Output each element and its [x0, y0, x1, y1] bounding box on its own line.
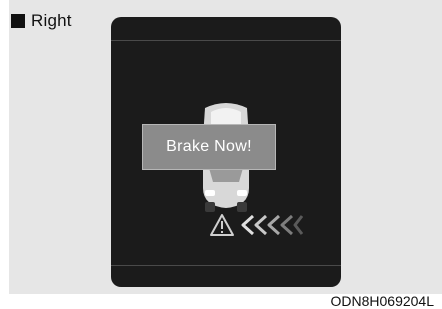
- chevron-left-icon: [241, 214, 303, 236]
- popup-text: Brake Now!: [166, 138, 252, 155]
- caption: Right: [11, 11, 72, 31]
- caption-label: Right: [31, 11, 72, 30]
- display-bottom-divider: [111, 265, 341, 266]
- warning-triangle-icon: [210, 214, 234, 236]
- square-bullet-icon: [11, 14, 25, 28]
- display-top-divider: [111, 40, 341, 41]
- cluster-display: Brake Now!: [111, 17, 341, 287]
- brake-warning-popup: Brake Now!: [142, 124, 276, 170]
- figure-code: ODN8H069204L: [326, 294, 434, 308]
